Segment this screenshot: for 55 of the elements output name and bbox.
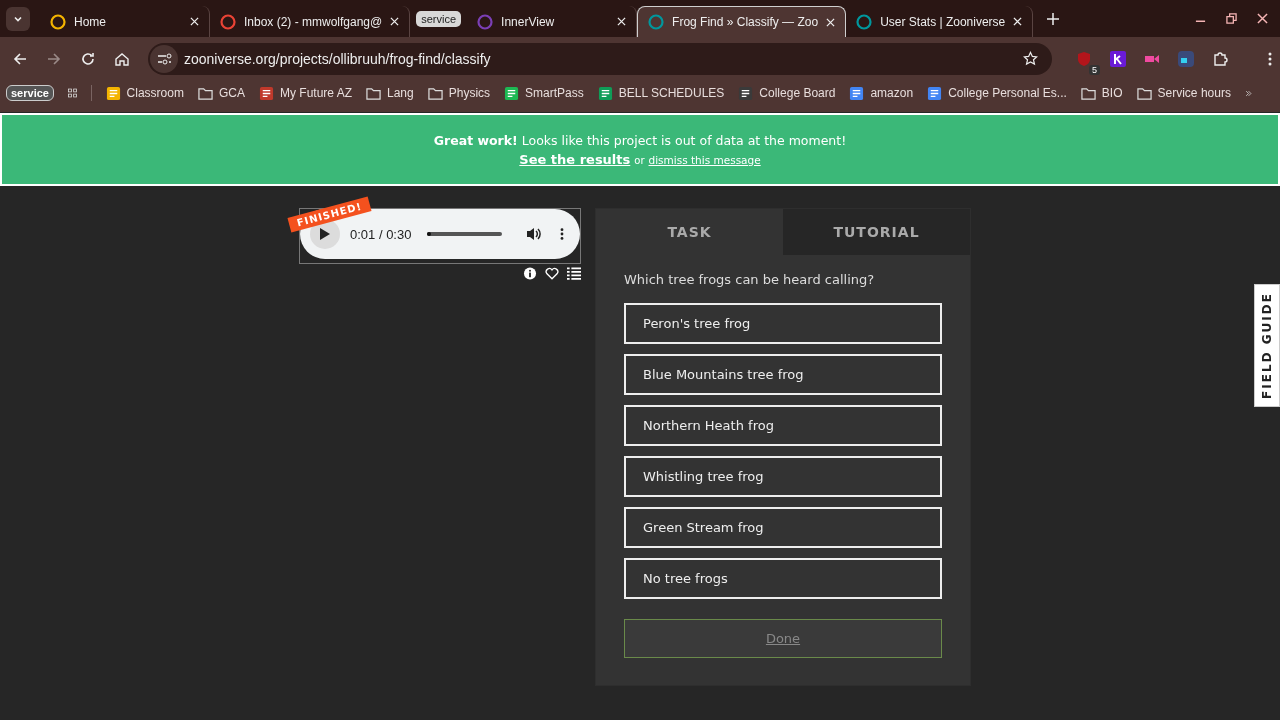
- bookmark-item[interactable]: College Personal Es...: [927, 85, 1067, 101]
- heart-icon[interactable]: [545, 267, 559, 280]
- bookmark-group-label[interactable]: service: [6, 85, 54, 101]
- bookmark-item[interactable]: GCA: [197, 85, 245, 101]
- address-bar[interactable]: zooniverse.org/projects/ollibruuh/frog-find/classify: [148, 42, 1052, 75]
- tab-group-label[interactable]: service: [416, 10, 462, 27]
- bookmark-item[interactable]: BELL SCHEDULES: [597, 85, 725, 101]
- bookmark-item[interactable]: Lang: [366, 85, 414, 101]
- puzzle-icon[interactable]: [1212, 50, 1228, 67]
- bookmark-item[interactable]: BIO: [1080, 85, 1123, 101]
- folder-icon: [366, 85, 381, 101]
- new-tab-icon[interactable]: [1047, 12, 1060, 25]
- cast-icon[interactable]: [1178, 50, 1194, 67]
- home-icon[interactable]: [114, 50, 130, 67]
- back-icon[interactable]: [12, 50, 28, 67]
- folder-icon: [197, 85, 213, 101]
- browser-tab[interactable]: Frog Find » Classify — Zoo: [637, 6, 847, 37]
- answer-option[interactable]: No tree frogs: [624, 558, 942, 599]
- answer-option[interactable]: Whistling tree frog: [624, 456, 942, 497]
- bookmark-item[interactable]: SmartPass: [504, 85, 584, 101]
- question-text: Which tree frogs can be heard calling?: [624, 272, 876, 287]
- extension-badge: 5: [1089, 64, 1100, 75]
- bookmark-item[interactable]: Physics: [427, 85, 491, 101]
- panel-tab[interactable]: TUTORIAL: [783, 209, 970, 255]
- bookmark-item[interactable]: College Board: [738, 85, 836, 101]
- seek-bar[interactable]: [427, 232, 503, 236]
- answer-option[interactable]: Green Stream frog: [624, 507, 942, 548]
- apps-icon[interactable]: [67, 86, 77, 100]
- or-text: or: [634, 154, 645, 166]
- folder-icon: [1136, 85, 1152, 101]
- folder-icon: [427, 85, 443, 101]
- close-icon[interactable]: [1257, 13, 1268, 24]
- forward-icon[interactable]: [46, 50, 62, 67]
- tab-search-button[interactable]: [6, 6, 30, 31]
- notice-text: Great work! Looks like this project is out of data at the moment!: [433, 132, 847, 148]
- answer-option[interactable]: Blue Mountains tree frog: [624, 354, 942, 395]
- volume-icon[interactable]: [526, 226, 543, 242]
- bookmark-star-icon[interactable]: [1023, 51, 1038, 66]
- info-icon[interactable]: [523, 267, 537, 280]
- reload-icon[interactable]: [80, 50, 96, 67]
- menu-icon[interactable]: [1268, 50, 1272, 67]
- folder-icon: [1080, 85, 1096, 101]
- bookmark-item[interactable]: Service hours: [1136, 85, 1231, 101]
- list-icon[interactable]: [567, 267, 581, 280]
- bookmark-item[interactable]: My Future AZ: [259, 85, 352, 101]
- bookmark-item[interactable]: amazon: [849, 85, 914, 101]
- k-extension-icon[interactable]: [1110, 50, 1126, 67]
- answer-option[interactable]: Peron's tree frog: [624, 303, 942, 344]
- bookmark-item[interactable]: Classroom: [105, 85, 184, 101]
- more-icon[interactable]: [560, 227, 565, 241]
- restore-icon[interactable]: [1226, 13, 1237, 24]
- play-icon[interactable]: [320, 228, 330, 240]
- answer-option[interactable]: Northern Heath frog: [624, 405, 942, 446]
- field-guide-tab[interactable]: FIELD GUIDE: [1254, 284, 1280, 407]
- site-settings-icon[interactable]: [150, 44, 178, 73]
